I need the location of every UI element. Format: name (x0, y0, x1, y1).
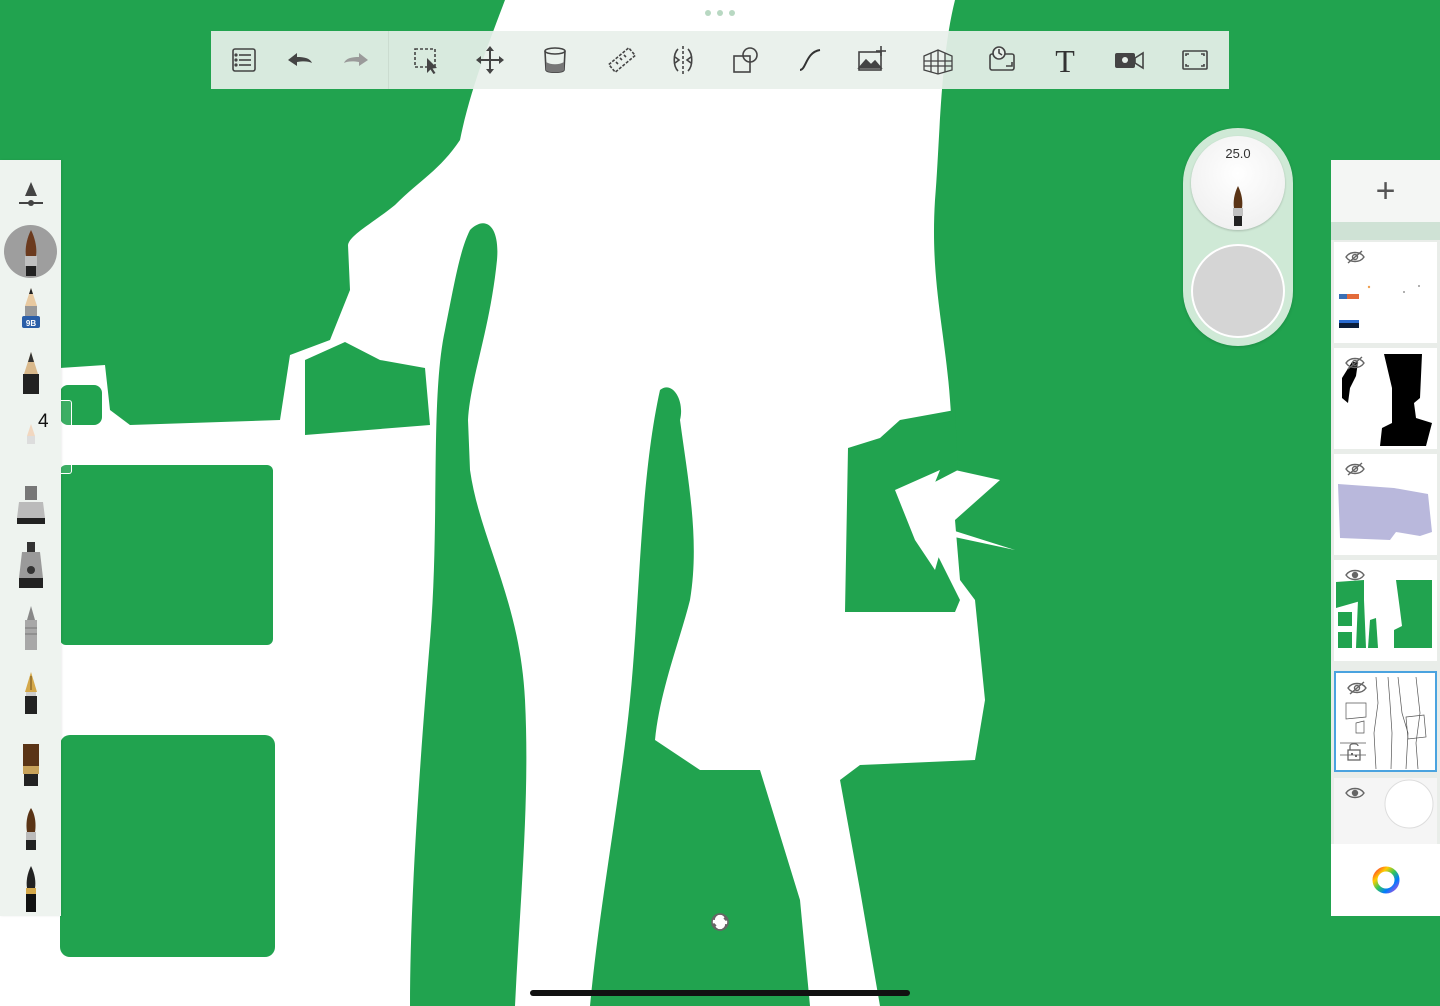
color-wheel-icon (1372, 866, 1399, 894)
stroke-icon (799, 49, 821, 71)
graphite-pencil-icon (22, 352, 39, 394)
pencil-9b-icon: 9B (21, 288, 40, 328)
ruler-button[interactable] (603, 41, 641, 79)
flat-brush-button[interactable] (0, 732, 61, 792)
time-lapse-button[interactable] (983, 41, 1021, 79)
transform-icon (476, 46, 504, 74)
fill-bucket-icon (544, 47, 566, 74)
pencil-9b-button[interactable]: 9B (0, 282, 61, 342)
lock-icon[interactable] (1346, 741, 1362, 761)
calligraphy-brush-icon (25, 866, 36, 912)
ink-pen-button[interactable] (0, 662, 61, 722)
add-image-button[interactable] (853, 41, 891, 79)
layer-1[interactable] (1334, 242, 1437, 343)
brush-settings-icon (18, 182, 43, 206)
flat-brush-icon (22, 744, 39, 786)
undo-button[interactable] (281, 41, 319, 79)
video-button[interactable] (1110, 41, 1148, 79)
marker-button[interactable] (0, 472, 61, 532)
svg-text:T: T (1055, 44, 1075, 76)
color-wheel-button[interactable] (1331, 844, 1440, 916)
layers-list-button[interactable] (225, 41, 263, 79)
home-indicator[interactable] (530, 990, 910, 996)
fill-bucket-button[interactable] (536, 41, 574, 79)
add-layer-button[interactable]: + (1331, 160, 1440, 222)
layers-list-icon (232, 48, 256, 72)
text-button[interactable]: T (1046, 41, 1084, 79)
symmetry-icon (673, 46, 693, 74)
felt-tip-button[interactable] (0, 534, 61, 594)
brush-size-value: 25.0 (1225, 146, 1251, 161)
technical-pen-button[interactable] (0, 598, 61, 658)
eye-visible-icon[interactable] (1344, 786, 1366, 800)
layers-header-strip (1331, 222, 1440, 240)
paint-brush-icon (1233, 186, 1243, 226)
perspective-grid-icon (923, 49, 953, 75)
top-toolbar: T (211, 31, 1229, 89)
selection-icon (414, 48, 437, 74)
brush-size-badge: 4 (38, 411, 49, 432)
eye-hidden-icon[interactable] (1346, 681, 1368, 695)
time-lapse-icon (989, 46, 1015, 71)
round-brush-icon (25, 808, 36, 850)
brush-puck: 25.0 (1183, 128, 1293, 346)
color-puck[interactable] (1191, 244, 1285, 338)
add-image-icon (857, 46, 886, 71)
fullscreen-icon (1182, 50, 1208, 70)
felt-tip-icon (18, 542, 43, 588)
layer-5[interactable] (1334, 671, 1437, 772)
graphite-pencil-button[interactable] (0, 342, 61, 402)
calligraphy-brush-button[interactable] (0, 858, 61, 918)
ruler-icon (607, 46, 637, 74)
round-brush-button[interactable] (0, 796, 61, 856)
redo-button[interactable] (337, 41, 375, 79)
redo-icon (344, 53, 368, 66)
layers-panel: + (1331, 160, 1440, 916)
eye-hidden-icon[interactable] (1344, 462, 1366, 476)
marker-icon (16, 486, 45, 524)
canvas-reset-icon[interactable] (709, 911, 731, 933)
brush-size-puck[interactable]: 25.0 (1191, 136, 1285, 230)
ink-pen-icon (24, 672, 37, 714)
text-icon: T (1055, 44, 1075, 76)
brush-palette: 9B 4 (0, 160, 61, 916)
transform-button[interactable] (471, 41, 509, 79)
eye-hidden-icon[interactable] (1344, 356, 1366, 370)
pencil-grade-label: 9B (25, 319, 35, 328)
eye-visible-icon[interactable] (1344, 568, 1366, 582)
toolbar-grip[interactable] (700, 8, 740, 18)
brush-settings-button[interactable] (0, 162, 61, 222)
layer-2[interactable] (1334, 348, 1437, 449)
layer-3[interactable] (1334, 454, 1437, 555)
stroke-button[interactable] (791, 41, 829, 79)
symmetry-button[interactable] (664, 41, 702, 79)
perspective-grid-button[interactable] (919, 41, 957, 79)
paint-brush-button[interactable] (0, 222, 61, 282)
airbrush-button[interactable] (0, 402, 61, 462)
technical-pen-icon (24, 606, 37, 650)
layer-4[interactable] (1334, 560, 1437, 661)
add-layer-label: + (1375, 171, 1396, 210)
eye-hidden-icon[interactable] (1344, 250, 1366, 264)
selection-button[interactable] (408, 41, 446, 79)
shapes-button[interactable] (727, 41, 765, 79)
shapes-icon (733, 47, 758, 73)
undo-icon (288, 53, 312, 66)
brush-palette-tab[interactable] (61, 400, 72, 474)
fullscreen-button[interactable] (1176, 41, 1214, 79)
paint-brush-icon (24, 230, 37, 276)
video-icon (1115, 51, 1144, 70)
